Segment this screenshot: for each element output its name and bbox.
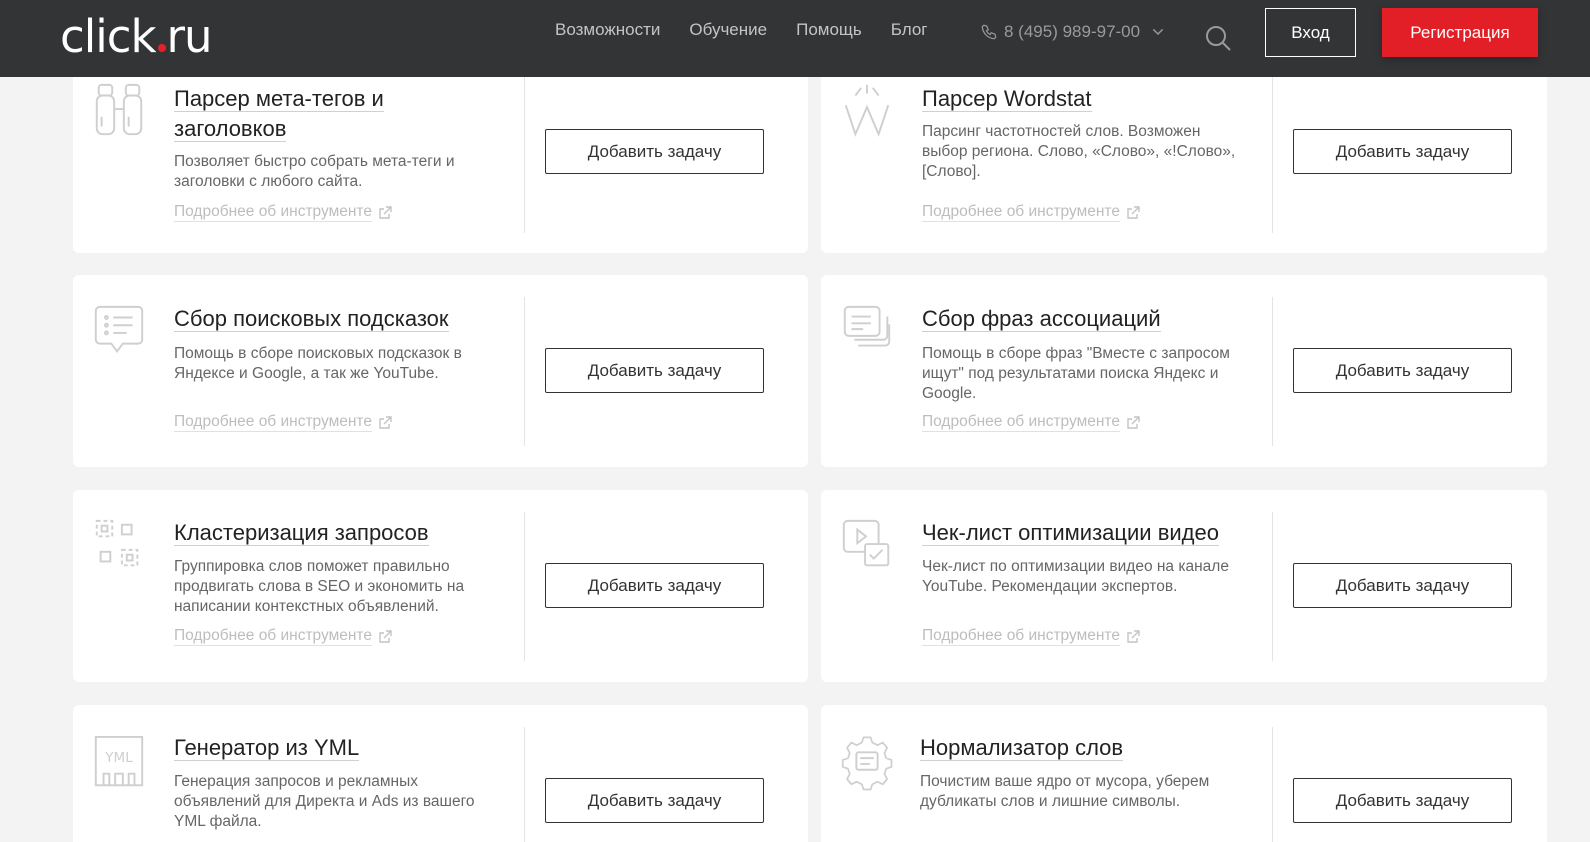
- card-description: Генерация запросов и рекламных объявлени…: [174, 773, 475, 830]
- login-button[interactable]: Вход: [1265, 8, 1356, 57]
- phone-dropdown[interactable]: 8 (495) 989-97-00: [980, 22, 1166, 42]
- card-divider: [524, 297, 525, 446]
- card-description: Группировка слов поможет правильно продв…: [174, 558, 465, 615]
- chevron-down-icon: [1152, 28, 1164, 36]
- gear-doc-icon: [841, 736, 893, 791]
- card-title[interactable]: Парсер Wordstat: [922, 84, 1092, 114]
- tool-card-clustering: Кластеризация запросов Группировка слов …: [73, 490, 808, 682]
- card-divider: [524, 512, 525, 661]
- tool-card-video-checklist: Чек-лист оптимизации видео Чек-лист по о…: [821, 490, 1547, 682]
- tool-card-associations: Сбор фраз ассоциаций Помощь в сборе фраз…: [821, 275, 1547, 467]
- external-link-icon: [379, 205, 392, 219]
- nav-features[interactable]: Возможности: [555, 20, 660, 40]
- binoculars-icon: [95, 83, 143, 136]
- main-nav: Возможности Обучение Помощь Блог: [555, 20, 957, 40]
- phone-icon: [981, 24, 997, 40]
- external-link-icon: [379, 415, 392, 429]
- card-description: Чек-лист по оптимизации видео на канале …: [922, 558, 1229, 595]
- add-task-button[interactable]: Добавить задачу: [1293, 129, 1512, 174]
- add-task-button[interactable]: Добавить задачу: [1293, 778, 1512, 823]
- card-divider: [1272, 512, 1273, 661]
- stacked-docs-icon: [843, 305, 891, 347]
- wordstat-icon: [844, 84, 890, 137]
- card-description: Почистим ваше ядро от мусора, уберем дуб…: [920, 773, 1210, 810]
- add-task-button[interactable]: Добавить задачу: [545, 563, 764, 608]
- more-link[interactable]: Подробнее об инструменте: [174, 627, 392, 646]
- card-divider: [524, 75, 525, 233]
- external-link-icon: [379, 629, 392, 643]
- card-title[interactable]: Чек-лист оптимизации видео: [922, 518, 1219, 548]
- more-link[interactable]: Подробнее об инструменте: [922, 413, 1140, 432]
- nav-blog[interactable]: Блог: [891, 20, 928, 40]
- card-divider: [1272, 75, 1273, 233]
- tool-card-word-normalizer: Нормализатор слов Почистим ваше ядро от …: [821, 705, 1547, 842]
- svg-text:YML: YML: [104, 750, 133, 766]
- add-task-button[interactable]: Добавить задачу: [1293, 563, 1512, 608]
- more-link[interactable]: Подробнее об инструменте: [922, 203, 1140, 222]
- yml-icon: YML: [94, 735, 144, 787]
- chat-list-icon: [94, 305, 144, 353]
- nav-learning[interactable]: Обучение: [689, 20, 767, 40]
- external-link-icon: [1127, 629, 1140, 643]
- external-link-icon: [1127, 415, 1140, 429]
- logo-dot: [157, 44, 166, 52]
- tool-card-meta-parser: Парсер мета-тегов и заголовков Позволяет …: [73, 55, 808, 253]
- tool-card-wordstat-parser: Парсер Wordstat Парсинг частотностей сло…: [821, 55, 1547, 253]
- phone-number: 8 (495) 989-97-00: [1004, 22, 1141, 41]
- more-link[interactable]: Подробнее об инструменте: [174, 413, 392, 432]
- card-title[interactable]: Генератор из YML: [174, 733, 360, 763]
- add-task-button[interactable]: Добавить задачу: [545, 348, 764, 393]
- card-divider: [524, 727, 525, 842]
- card-description: Помощь в сборе фраз "Вместе с запросом и…: [922, 345, 1230, 402]
- logo-text-left: click: [60, 10, 157, 63]
- top-header: click ru Возможности Обучение Помощь Блог…: [0, 0, 1590, 77]
- more-link[interactable]: Подробнее об инструменте: [922, 627, 1140, 646]
- card-title[interactable]: Кластеризация запросов: [174, 518, 429, 548]
- register-button[interactable]: Регистрация: [1382, 8, 1538, 57]
- card-title[interactable]: Сбор фраз ассоциаций: [922, 304, 1161, 334]
- logo-text-right: ru: [166, 10, 213, 63]
- video-check-icon: [842, 519, 890, 567]
- tool-card-yml-generator: YML Генератор из YML Генерация запросов …: [73, 705, 808, 842]
- add-task-button[interactable]: Добавить задачу: [545, 129, 764, 174]
- card-title[interactable]: Нормализатор слов: [920, 733, 1124, 763]
- cluster-icon: [95, 519, 139, 567]
- card-description: Позволяет быстро собрать мета-теги и заг…: [174, 153, 455, 190]
- card-description: Помощь в сборе поисковых подсказок в Янд…: [174, 345, 462, 382]
- add-task-button[interactable]: Добавить задачу: [1293, 348, 1512, 393]
- logo[interactable]: click ru: [60, 7, 213, 67]
- card-title[interactable]: Парсер мета-тегов и заголовков: [174, 84, 384, 144]
- card-title[interactable]: Сбор поисковых подсказок: [174, 304, 449, 334]
- tool-card-search-suggestions: Сбор поисковых подсказок Помощь в сборе …: [73, 275, 808, 467]
- search-icon[interactable]: [1204, 24, 1232, 52]
- nav-help[interactable]: Помощь: [796, 20, 862, 40]
- more-link[interactable]: Подробнее об инструменте: [174, 203, 392, 222]
- add-task-button[interactable]: Добавить задачу: [545, 778, 764, 823]
- external-link-icon: [1127, 205, 1140, 219]
- card-divider: [1272, 297, 1273, 446]
- card-divider: [1272, 727, 1273, 842]
- card-description: Парсинг частотностей слов. Возможен выбо…: [922, 123, 1236, 180]
